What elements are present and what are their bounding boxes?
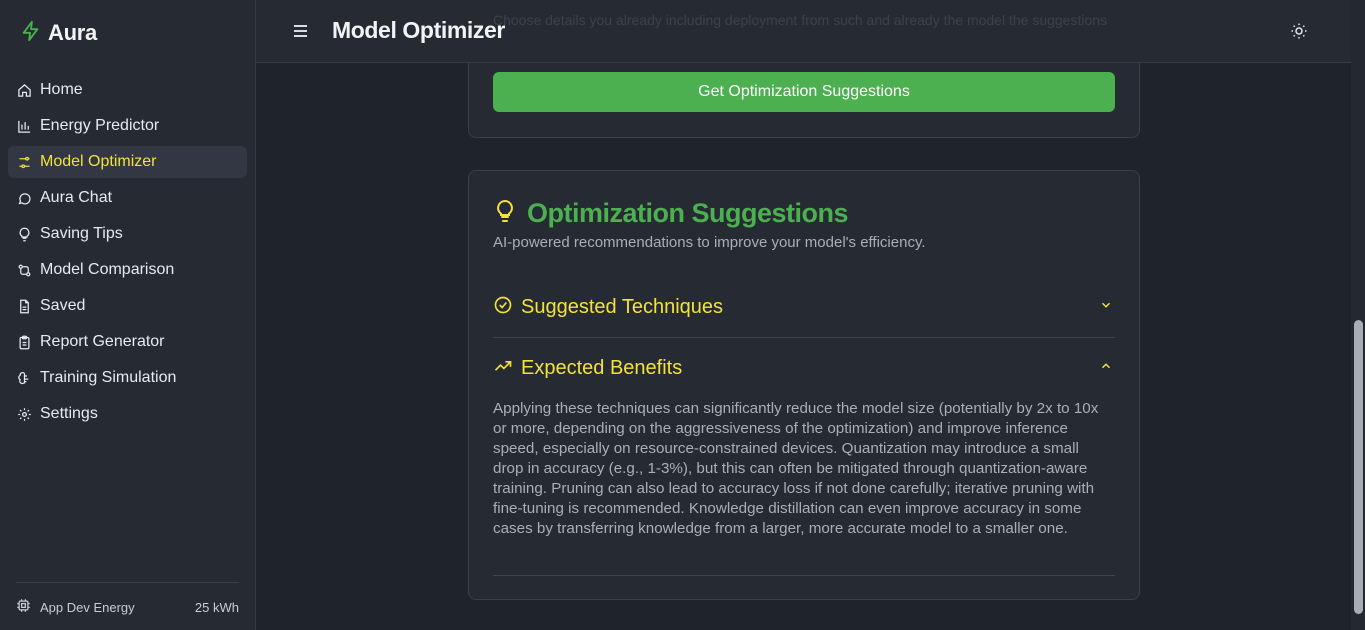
check-circle-icon <box>493 295 513 320</box>
sidebar-item-label: Saved <box>40 297 86 314</box>
menu-icon[interactable] <box>294 24 310 38</box>
home-icon <box>16 82 32 98</box>
suggestions-title: Optimization Suggestions <box>527 198 849 228</box>
bar-chart-icon <box>16 118 32 134</box>
suggestions-header: Optimization Suggestions <box>493 197 849 230</box>
chevron-up-icon <box>1099 359 1115 378</box>
chevron-down-icon <box>1099 298 1115 317</box>
brand[interactable]: Aura <box>20 19 97 47</box>
sidebar-item-label: Model Optimizer <box>40 153 157 170</box>
accordion-title: Suggested Techniques <box>521 295 724 318</box>
sidebar: Aura Home Energy Predictor Model Optimiz… <box>0 0 256 630</box>
sidebar-item-label: Model Comparison <box>40 261 175 278</box>
sidebar-item-label: Saving Tips <box>40 225 123 242</box>
lightbulb-icon <box>493 197 517 230</box>
sliders-icon <box>16 154 32 170</box>
sidebar-item-label: Training Simulation <box>40 369 177 386</box>
sidebar-item-label: Aura Chat <box>40 189 113 206</box>
energy-usage-label: App Dev Energy <box>40 599 135 615</box>
compare-icon <box>16 262 32 278</box>
lightbulb-icon <box>16 226 32 242</box>
sidebar-nav: Home Energy Predictor Model Optimizer Au… <box>8 74 247 434</box>
sidebar-item-label: Home <box>40 81 83 98</box>
accordion-expected-benefits: Expected Benefits Applying these techniq… <box>493 338 1115 576</box>
trending-up-icon <box>493 356 513 381</box>
sidebar-divider <box>16 582 239 583</box>
clipboard-icon <box>16 334 32 350</box>
sidebar-item-label: Settings <box>40 405 98 422</box>
scrolled-under-text: Choose details you already including dep… <box>493 12 1108 28</box>
sidebar-item-model-comparison[interactable]: Model Comparison <box>8 254 247 286</box>
sidebar-item-label: Report Generator <box>40 333 165 350</box>
page-title: Model Optimizer <box>332 17 505 43</box>
sidebar-item-report-generator[interactable]: Report Generator <box>8 326 247 358</box>
accordion-trigger-expected-benefits[interactable]: Expected Benefits <box>493 338 1115 398</box>
suggestions-card: Optimization Suggestions AI-powered reco… <box>468 170 1140 600</box>
get-suggestions-button[interactable]: Get Optimization Suggestions <box>493 72 1115 112</box>
expected-benefits-text: Applying these techniques can significan… <box>493 400 1099 537</box>
energy-usage-value: 25 kWh <box>194 599 239 615</box>
suggestions-subtitle: AI-powered recommendations to improve yo… <box>493 234 926 251</box>
energy-usage: App Dev Energy 25 kWh <box>16 597 239 617</box>
brain-icon <box>16 370 32 386</box>
sidebar-item-saving-tips[interactable]: Saving Tips <box>8 218 247 250</box>
scrollbar-thumb[interactable] <box>1354 320 1363 614</box>
sidebar-item-energy-predictor[interactable]: Energy Predictor <box>8 110 247 142</box>
accordion-trigger-suggested-techniques[interactable]: Suggested Techniques <box>493 277 1115 337</box>
sidebar-item-aura-chat[interactable]: Aura Chat <box>8 182 247 214</box>
sidebar-item-home[interactable]: Home <box>8 74 247 106</box>
gear-icon <box>16 406 32 422</box>
sidebar-item-model-optimizer[interactable]: Model Optimizer <box>8 146 247 178</box>
sidebar-item-training-simulation[interactable]: Training Simulation <box>8 362 247 394</box>
cpu-icon <box>16 598 31 616</box>
chat-bubble-icon <box>16 190 32 206</box>
accordion-title: Expected Benefits <box>521 356 683 379</box>
lightning-icon <box>20 19 42 48</box>
sidebar-item-label: Energy Predictor <box>40 117 160 134</box>
page-scrollbar[interactable] <box>1351 0 1365 630</box>
app-name: Aura <box>48 20 97 45</box>
top-header: Choose details you already including dep… <box>256 0 1351 63</box>
sidebar-item-saved[interactable]: Saved <box>8 290 247 322</box>
sidebar-item-settings[interactable]: Settings <box>8 398 247 430</box>
accordion-suggested-techniques: Suggested Techniques <box>493 277 1115 338</box>
sun-icon[interactable] <box>1290 22 1308 40</box>
file-icon <box>16 298 32 314</box>
